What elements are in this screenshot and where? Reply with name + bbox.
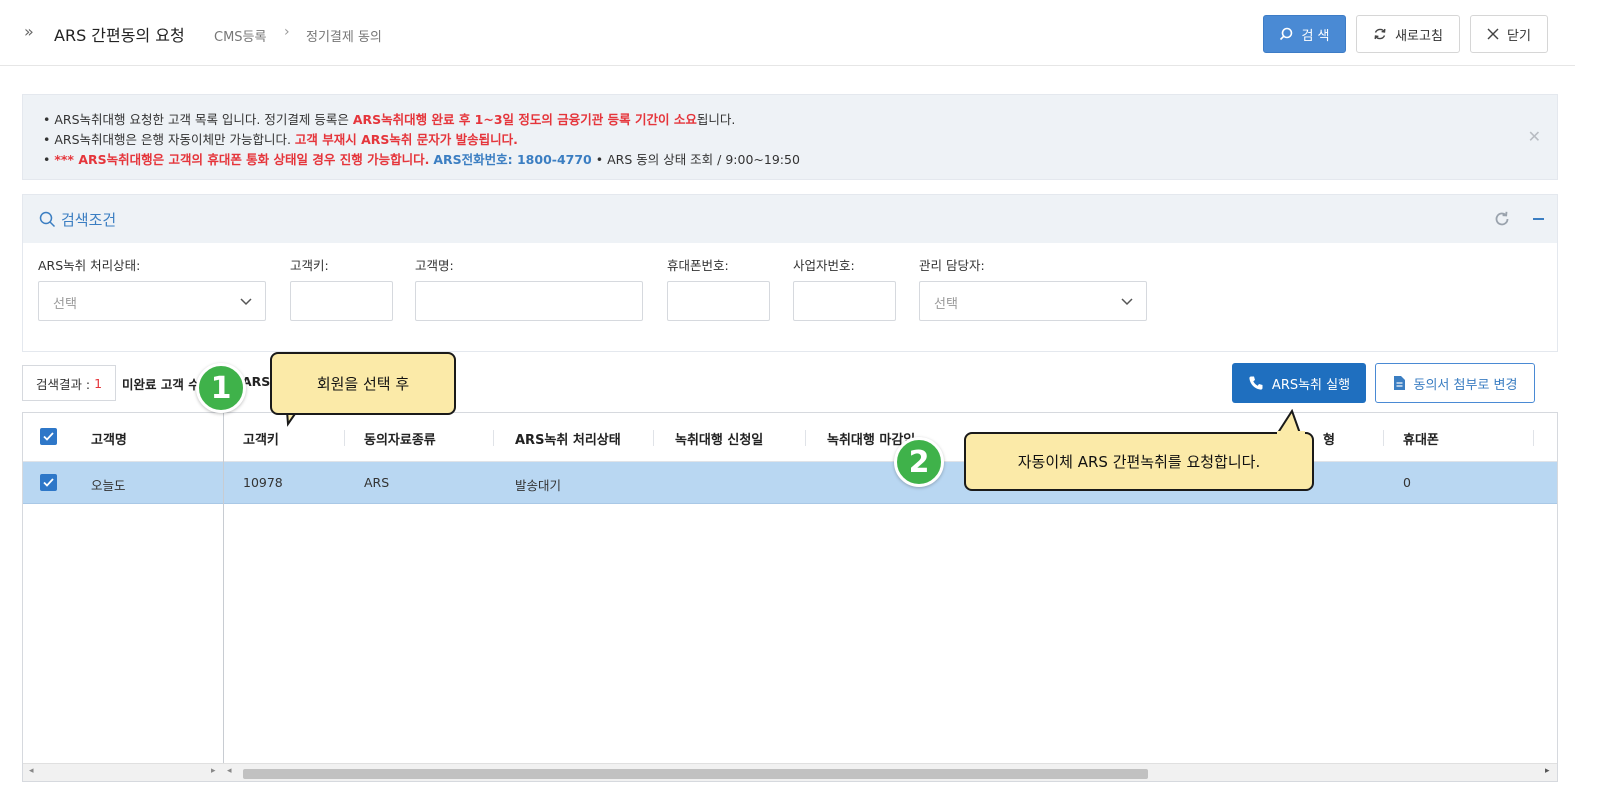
scroll-left-icon[interactable]: ◂ [227, 766, 232, 776]
notice-line-3: • *** ARS녹취대행은 고객의 휴대폰 통화 상태일 경우 진행 가능합니… [43, 152, 800, 167]
chevron-down-icon [240, 298, 252, 306]
table-row[interactable]: 오늘도 10978 ARS 발송대기 0 [23, 462, 1557, 504]
notice-panel: • ARS녹취대행 요청한 고객 목록 입니다. 정기결제 등록은 ARS녹취대… [22, 94, 1558, 180]
cell-name: 오늘도 [91, 478, 126, 493]
step-badge-2: 2 [894, 437, 944, 487]
scroll-left-icon[interactable]: ◂ [29, 766, 34, 776]
column-header-type[interactable]: 형 [1323, 429, 1335, 448]
field-label-customer-key: 고객키: [290, 258, 329, 273]
grid-header: 고객명 고객키 동의자료종류 ARS녹취 처리상태 녹취대행 신청일 녹취대행 … [23, 413, 1557, 462]
column-divider [1383, 430, 1384, 446]
mobile-number-input[interactable] [667, 281, 770, 321]
search-panel: 검색조건 ARS녹취 처리상태: 선택 고객키: 고객명: 휴대폰번호: 사업자… [22, 194, 1558, 352]
step-badge-1: 1 [196, 363, 246, 413]
column-header-ars-status[interactable]: ARS녹취 처리상태 [515, 429, 621, 448]
column-header-name[interactable]: 고객명 [91, 429, 127, 448]
callout-1: 회원을 선택 후 [270, 352, 456, 415]
column-header-mobile[interactable]: 휴대폰 [1403, 429, 1439, 448]
field-label-manager: 관리 담당자: [919, 258, 985, 273]
notice-line-1: • ARS녹취대행 요청한 고객 목록 입니다. 정기결제 등록은 ARS녹취대… [43, 112, 736, 127]
page-title: ARS 간편동의 요청 [54, 26, 185, 45]
search-icon [1280, 27, 1293, 41]
ars-count-label: ARS [242, 374, 271, 389]
select-all-checkbox[interactable] [40, 428, 57, 445]
result-count-box: 검색결과 : 1 [22, 365, 116, 401]
column-divider [653, 430, 654, 446]
cell-ars-status: 발송대기 [515, 478, 562, 493]
column-header-apply-date[interactable]: 녹취대행 신청일 [675, 429, 763, 448]
column-header-consent-type[interactable]: 동의자료종류 [364, 429, 436, 448]
search-panel-title: 검색조건 [61, 211, 117, 229]
business-number-input[interactable] [793, 281, 896, 321]
result-count: 1 [94, 375, 103, 391]
cell-mobile: 0 [1403, 475, 1411, 490]
search-panel-header: 검색조건 [23, 195, 1557, 243]
menu-toggle-icon[interactable]: » [24, 22, 34, 41]
collapse-icon[interactable] [1533, 218, 1544, 220]
ars-run-button-label: ARS녹취 실행 [1271, 377, 1351, 393]
scroll-right-icon[interactable]: ▸ [1545, 766, 1550, 776]
column-header-key[interactable]: 고객키 [243, 429, 279, 448]
ars-status-select[interactable]: 선택 [38, 281, 266, 321]
frozen-column-divider [223, 413, 224, 763]
breadcrumb-item: 정기결제 동의 [306, 30, 382, 45]
close-button[interactable]: 닫기 [1470, 15, 1548, 53]
customer-name-input[interactable] [415, 281, 643, 321]
scroll-thumb[interactable] [243, 769, 1148, 779]
row-checkbox[interactable] [40, 474, 57, 491]
search-button[interactable]: 검 색 [1263, 15, 1346, 53]
page-header: » ARS 간편동의 요청 CMS등록 › 정기결제 동의 검 색 새로고침 닫… [0, 0, 1575, 66]
field-label-ars-status: ARS녹취 처리상태: [38, 258, 141, 273]
document-icon [1393, 376, 1405, 390]
customer-key-input[interactable] [290, 281, 393, 321]
close-icon [1487, 28, 1499, 40]
column-divider [344, 430, 345, 446]
notice-line-2: • ARS녹취대행은 은행 자동이체만 가능합니다. 고객 부재시 ARS녹취 … [43, 132, 518, 147]
phone-icon [1249, 376, 1263, 390]
check-icon [43, 478, 54, 487]
breadcrumb-item[interactable]: CMS등록 [214, 26, 266, 45]
cell-consent-type: ARS [364, 475, 390, 490]
cell-key: 10978 [243, 475, 283, 490]
scroll-right-icon[interactable]: ▸ [211, 766, 216, 776]
incomplete-count-label: 미완료 고객 수 [122, 377, 200, 392]
callout-pointer-join [1277, 431, 1305, 435]
field-label-customer-name: 고객명: [415, 258, 454, 273]
notice-close-icon[interactable]: ✕ [1528, 127, 1541, 146]
refresh-button[interactable]: 새로고침 [1356, 15, 1460, 53]
search-icon [39, 211, 56, 228]
column-divider [805, 430, 806, 446]
customer-grid: 고객명 고객키 동의자료종류 ARS녹취 처리상태 녹취대행 신청일 녹취대행 … [22, 412, 1558, 782]
chevron-down-icon [1121, 298, 1133, 306]
ars-phone-number: ARS전화번호: 1800-4770 [433, 152, 592, 167]
close-button-label: 닫기 [1507, 28, 1531, 44]
horizontal-scrollbar[interactable]: ◂ ▸ ◂ ▸ [23, 763, 1557, 781]
attach-consent-button-label: 동의서 첨부로 변경 [1413, 377, 1518, 393]
field-label-business-no: 사업자번호: [793, 258, 855, 273]
search-button-label: 검 색 [1301, 28, 1330, 44]
attach-consent-button[interactable]: 동의서 첨부로 변경 [1375, 363, 1535, 403]
reset-icon[interactable] [1493, 210, 1511, 228]
breadcrumb-separator-icon: › [284, 24, 290, 40]
manager-select[interactable]: 선택 [919, 281, 1147, 321]
column-divider [493, 430, 494, 446]
field-label-mobile: 휴대폰번호: [667, 258, 729, 273]
column-divider [1533, 430, 1534, 446]
check-icon [43, 432, 54, 441]
ars-run-button[interactable]: ARS녹취 실행 [1232, 363, 1366, 403]
callout-2: 자동이체 ARS 간편녹취를 요청합니다. [964, 432, 1314, 491]
refresh-icon [1374, 28, 1386, 40]
refresh-button-label: 새로고침 [1395, 28, 1443, 44]
